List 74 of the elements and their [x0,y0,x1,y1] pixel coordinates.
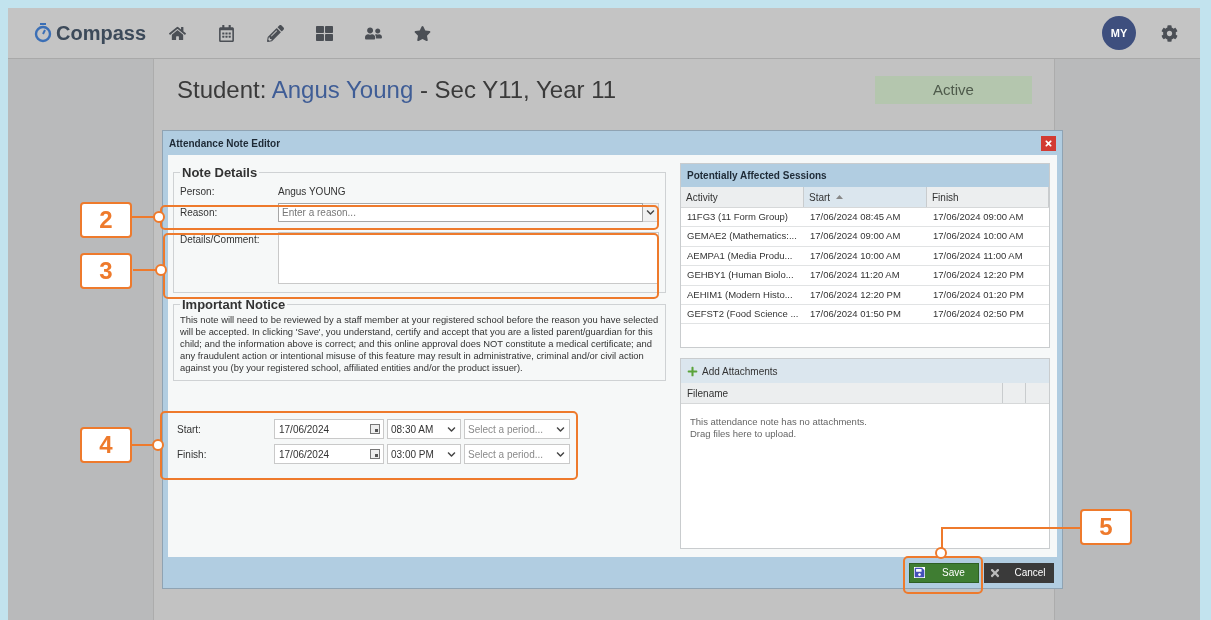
field-label: Finish: [177,447,208,462]
leader-line [131,216,155,218]
table-cell-text: 17/06/2024 09:00 AM [809,229,902,244]
leader-line [133,269,157,271]
table-cell-text: 17/06/2024 08:45 AM [809,210,902,225]
callout-number: 4 [80,427,132,463]
floppy-disk-icon [914,567,925,578]
save-button[interactable]: Save [909,562,979,583]
chevron-icon [556,449,565,459]
dialog-title: Attendance Note Editor [169,136,281,151]
settings-icon[interactable] [1161,24,1178,42]
field-label: Reason: [180,206,219,220]
pencil-icon[interactable] [266,23,286,43]
calendar-icon [370,424,380,434]
notice-text: This note will need to be reviewed by a staff member at your registered school before the reason you have selected will be accepted. In clicking 'Save', you understand, certify and accept that you are a listed parent/guardian for this child; and the information above is correct; and this online approval does NOT constitute a medical certificate; and any fraudulent action or intentional misuse of this feature may result in administrative, criminal and/or civil action against you (by your registered school, affiliated entities and/or the product issuer). [180,314,659,374]
table-cell-text: 17/06/2024 11:20 AM [809,268,901,283]
table-cell-text: 17/06/2024 02:50 PM [932,307,1025,321]
app-logo[interactable]: Compass [34,18,147,48]
chevron-icon [447,424,456,434]
callout-number: 5 [1080,509,1132,545]
table-cell-text: AEMPA1 (Media Produ... [686,248,794,263]
time-field[interactable]: 03:00 PM [387,444,461,464]
details-textarea[interactable] [278,231,659,284]
add-attachments-button[interactable]: Add Attachments [681,359,1049,383]
date-field[interactable]: 17/06/2024 [274,444,384,464]
avatar[interactable]: MY [1102,16,1136,50]
table-cell-text: GEHBY1 (Human Biolo... [686,268,795,283]
table-cell-text: GEMAE2 (Mathematics:... [686,229,798,244]
period-select[interactable]: Select a period... [464,444,570,464]
close-button[interactable] [1041,135,1056,151]
column-header[interactable]: Start [804,187,927,207]
calendar-icon[interactable] [217,23,237,43]
date-field[interactable]: 17/06/2024 [274,419,384,439]
column-header[interactable]: Activity [681,187,804,207]
plus-icon [687,365,698,377]
table-cell-text: 17/06/2024 01:20 PM [932,287,1025,302]
column-header: Filename [681,383,1003,403]
group-legend: Important Notice [180,294,288,314]
field-label: Details/Comment: [180,232,261,247]
callout-number: 3 [80,253,132,289]
chevron-icon [447,449,456,459]
grid-icon[interactable] [315,23,335,43]
table-cell-text: 11FG3 (11 Form Group) [686,210,789,225]
stopwatch-icon [34,23,52,43]
chevron-icon [556,424,565,434]
table-cell-text: 17/06/2024 10:00 AM [809,248,902,263]
panel-header: Potentially Affected Sessions [681,164,1049,187]
table-cell-text: 17/06/2024 10:00 AM [932,229,1025,244]
field-label: Person: [180,185,216,199]
empty-message: This attendance note has no attachments. [690,416,868,428]
table-cell-text: AEHIM1 (Modern Histo... [686,287,794,302]
period-select[interactable]: Select a period... [464,419,570,439]
table-cell-text: 17/06/2024 09:00 AM [932,210,1025,225]
person-value: Angus YOUNG [278,185,346,199]
cancel-button[interactable]: Cancel [984,562,1054,583]
chevron-icon [646,208,655,217]
cancel-icon [989,566,1001,579]
callout-number: 2 [80,202,132,238]
table-cell-text: 17/06/2024 12:20 PM [809,287,902,302]
time-field[interactable]: 08:30 AM [387,419,461,439]
page-heading: Student: Angus Young - Sec Y11, Year 11 [177,75,617,105]
group-legend: Note Details [180,163,260,183]
calendar-icon [370,449,380,459]
column-header[interactable]: Finish [927,187,1049,207]
field-label: Start: [177,422,202,437]
sort-up-icon [836,195,844,199]
table-cell-text: 17/06/2024 12:20 PM [932,268,1025,283]
table-cell-text: 17/06/2024 01:50 PM [809,307,902,321]
status-badge: Active [875,76,1032,104]
star-icon[interactable] [413,23,433,43]
table-cell-text: 17/06/2024 11:00 AM [932,248,1024,263]
empty-message: Drag files here to upload. [690,428,798,440]
close-icon [1044,138,1053,148]
table-cell-text: GEFST2 (Food Science ... [686,307,800,321]
